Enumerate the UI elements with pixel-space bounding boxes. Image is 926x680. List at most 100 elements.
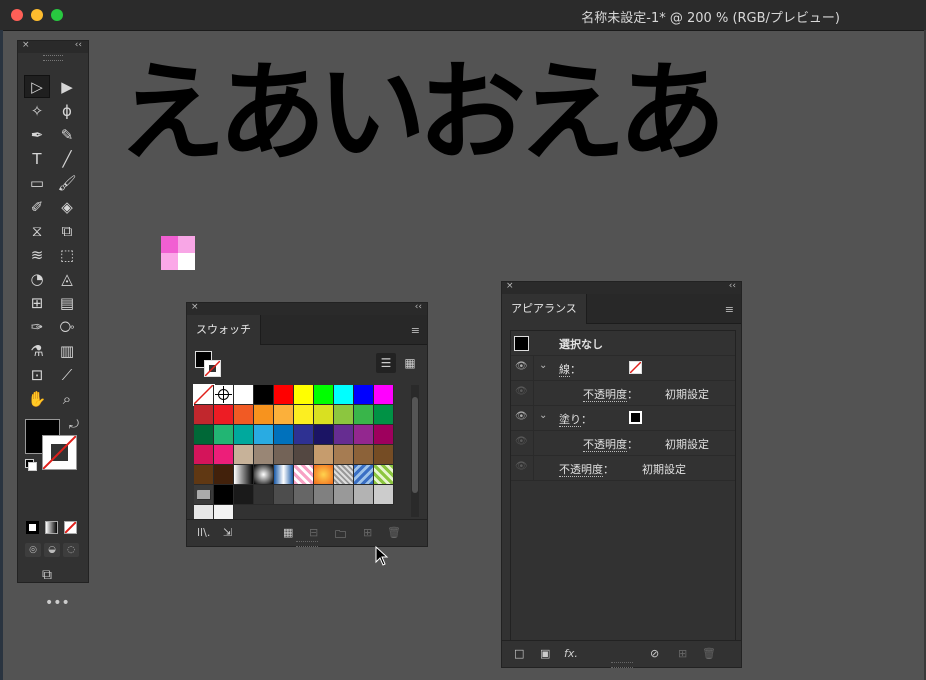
color-swatch[interactable]: [254, 405, 274, 425]
minimize-window-button[interactable]: [31, 9, 43, 21]
color-swatch[interactable]: [294, 385, 314, 405]
eye-icon[interactable]: 👁: [515, 461, 529, 472]
pattern-swatch[interactable]: [274, 465, 294, 485]
color-swatch[interactable]: [254, 445, 274, 465]
appearance-fill-row[interactable]: 👁 ⌄ 塗り：: [511, 406, 735, 431]
object-opacity-label[interactable]: 不透明度: [559, 463, 603, 477]
color-swatch[interactable]: [374, 445, 394, 465]
color-swatch[interactable]: [274, 425, 294, 445]
close-icon[interactable]: ×: [22, 40, 30, 50]
chevron-down-icon[interactable]: ⌄: [539, 360, 547, 371]
color-swatch[interactable]: [334, 425, 354, 445]
none-mode-icon[interactable]: [64, 521, 77, 534]
color-swatch[interactable]: [234, 425, 254, 445]
close-icon[interactable]: ×: [506, 281, 514, 291]
duplicate-item-icon[interactable]: ⊞: [678, 647, 687, 660]
color-swatch[interactable]: [254, 385, 274, 405]
draw-normal-icon[interactable]: ◎: [25, 543, 41, 557]
canvas-pink-square[interactable]: [178, 253, 195, 270]
canvas-pink-swatch-group[interactable]: [161, 236, 195, 270]
pattern-swatch[interactable]: [254, 465, 274, 485]
canvas-pink-square[interactable]: [178, 236, 195, 253]
direct-selection-tool-icon[interactable]: ▶: [54, 75, 80, 98]
add-fill-icon[interactable]: ▣: [540, 647, 550, 660]
canvas-pink-square[interactable]: [161, 236, 178, 253]
color-swatch[interactable]: [294, 405, 314, 425]
color-swatch[interactable]: [214, 405, 234, 425]
magic-wand-tool-icon[interactable]: ✧: [24, 99, 50, 122]
collapse-icon[interactable]: ‹‹: [75, 40, 82, 50]
type-tool-icon[interactable]: T: [24, 147, 50, 170]
color-swatch[interactable]: [214, 445, 234, 465]
eye-icon[interactable]: 👁: [515, 411, 529, 422]
eye-icon[interactable]: 👁: [515, 436, 529, 447]
color-swatch[interactable]: [274, 485, 294, 505]
color-swatch[interactable]: [294, 425, 314, 445]
swatches-scrollbar[interactable]: [411, 385, 419, 517]
stroke-swatch[interactable]: [629, 361, 642, 374]
shaper-tool-icon[interactable]: ✐: [24, 195, 50, 218]
tab-appearance[interactable]: アピアランス: [502, 294, 587, 324]
free-transform-tool-icon[interactable]: ⬚: [54, 243, 80, 266]
opacity-label[interactable]: 不透明度: [583, 388, 627, 402]
color-swatch[interactable]: [314, 425, 334, 445]
column-graph-tool-icon[interactable]: ▥: [54, 339, 80, 362]
color-swatch[interactable]: [194, 445, 214, 465]
color-swatch[interactable]: [334, 445, 354, 465]
fx-icon[interactable]: fx.: [564, 647, 578, 660]
color-swatch[interactable]: [354, 425, 374, 445]
color-swatch[interactable]: [374, 485, 394, 505]
width-tool-icon[interactable]: ≋: [24, 243, 50, 266]
trash-icon[interactable]: 🗑: [702, 647, 716, 660]
canvas-pink-square[interactable]: [161, 253, 178, 270]
close-window-button[interactable]: [11, 9, 23, 21]
thumbnail-view-icon[interactable]: ▦: [400, 353, 420, 373]
color-swatch[interactable]: [354, 445, 374, 465]
slice-tool-icon[interactable]: ⟋: [54, 363, 80, 386]
color-swatch[interactable]: [294, 485, 314, 505]
pattern-swatch[interactable]: [354, 465, 374, 485]
swap-fill-stroke-icon[interactable]: ⤾: [69, 417, 79, 432]
curvature-tool-icon[interactable]: ✎: [54, 123, 80, 146]
color-swatch[interactable]: [274, 445, 294, 465]
chevron-down-icon[interactable]: ⌄: [539, 410, 547, 421]
artboard-tool-icon[interactable]: ⊡: [24, 363, 50, 386]
fill-label[interactable]: 塗り: [559, 413, 581, 427]
color-swatch[interactable]: [194, 425, 214, 445]
appearance-stroke-opacity-row[interactable]: 👁 不透明度： 初期設定: [511, 381, 735, 406]
new-group-icon[interactable]: ⊟: [309, 526, 318, 539]
swatches-panel-header[interactable]: × ‹‹: [187, 302, 427, 315]
color-swatch[interactable]: [314, 385, 334, 405]
clear-appearance-icon[interactable]: ⊘: [650, 647, 659, 660]
selection-tool-icon[interactable]: ▷: [24, 75, 50, 98]
panel-menu-icon[interactable]: ≡: [725, 303, 734, 316]
fill-stroke-mini-icon[interactable]: [195, 351, 223, 379]
folder-icon[interactable]: 🗀: [335, 526, 346, 545]
screen-mode-icon[interactable]: ⧉: [42, 567, 52, 583]
stroke-color-box[interactable]: [42, 435, 77, 470]
list-view-icon[interactable]: ☰: [376, 353, 396, 373]
color-swatch[interactable]: [314, 445, 334, 465]
close-icon[interactable]: ×: [191, 302, 199, 312]
collapse-icon[interactable]: ‹‹: [729, 281, 736, 291]
color-swatch[interactable]: [354, 385, 374, 405]
pattern-swatch[interactable]: [234, 465, 254, 485]
color-swatch[interactable]: [334, 485, 354, 505]
pattern-swatch[interactable]: [294, 465, 314, 485]
color-swatch[interactable]: [274, 405, 294, 425]
paintbrush-tool-icon[interactable]: 🖌: [54, 171, 80, 194]
color-swatch[interactable]: [254, 425, 274, 445]
color-swatch[interactable]: [214, 485, 234, 505]
collapse-icon[interactable]: ‹‹: [415, 302, 422, 312]
trash-icon[interactable]: 🗑: [387, 526, 401, 539]
eraser-tool-icon[interactable]: ◈: [54, 195, 80, 218]
color-swatch[interactable]: [194, 405, 214, 425]
appearance-stroke-row[interactable]: 👁 ⌄ 線：: [511, 356, 735, 381]
edit-toolbar-icon[interactable]: •••: [45, 595, 70, 611]
shape-builder-tool-icon[interactable]: ◔: [24, 267, 50, 290]
color-swatch[interactable]: [334, 385, 354, 405]
color-swatch[interactable]: [374, 385, 394, 405]
tab-swatches[interactable]: スウォッチ: [187, 315, 261, 345]
default-fill-stroke-icon[interactable]: [25, 459, 37, 471]
pattern-swatch[interactable]: [374, 465, 394, 485]
